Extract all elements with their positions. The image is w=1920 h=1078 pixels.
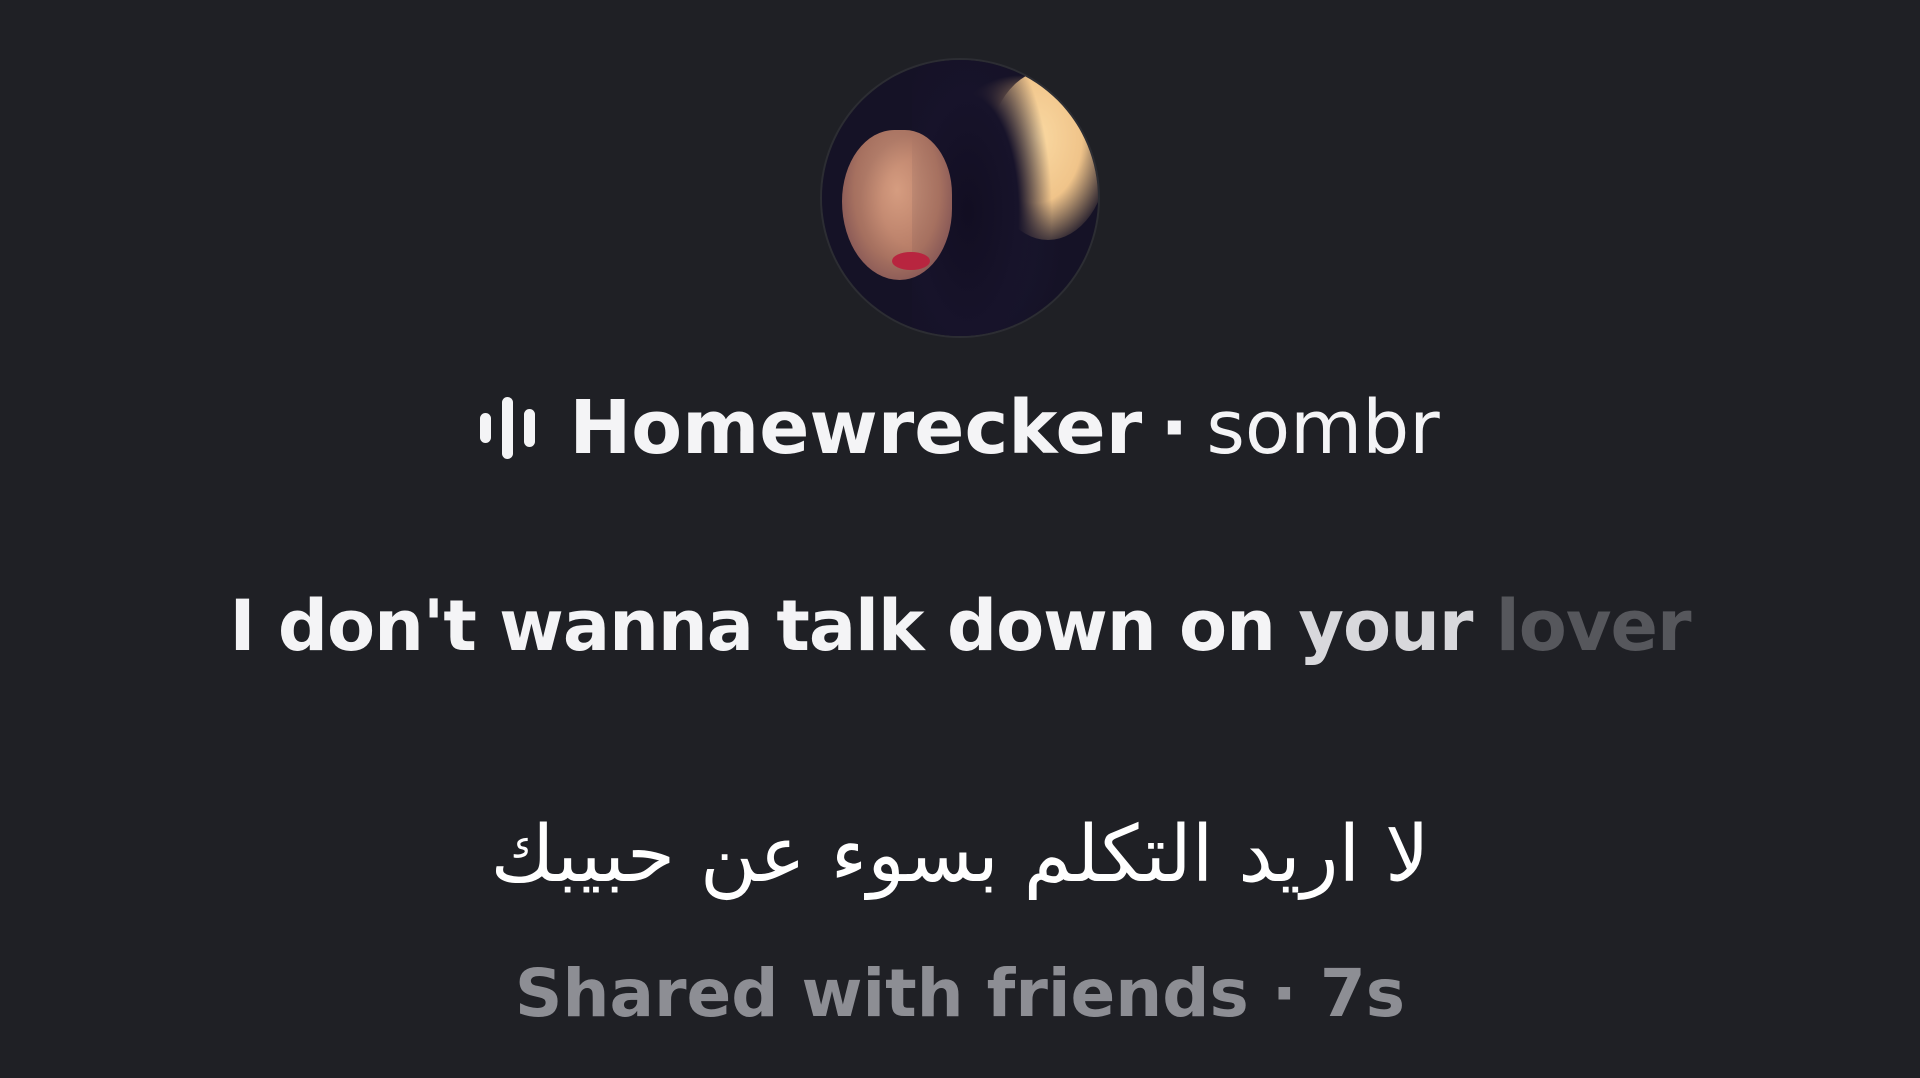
share-status: Shared with friends · 7s xyxy=(0,955,1920,1032)
avatar-photo-lips xyxy=(892,252,930,270)
lyric-line: I don't wanna talk down on your lover xyxy=(0,585,1920,667)
shared-song-card: Homewrecker · sombr I don't wanna talk d… xyxy=(0,0,1920,1078)
song-title: Homewrecker xyxy=(569,385,1143,471)
song-info[interactable]: Homewrecker · sombr xyxy=(0,380,1920,476)
avatar[interactable] xyxy=(822,60,1098,336)
lyric-translation: لا اريد التكلم بسوء عن حبيبك xyxy=(490,810,1430,900)
share-age: 7s xyxy=(1319,955,1406,1032)
lyric-upcoming-word: lover xyxy=(1495,585,1692,667)
share-separator: · xyxy=(1271,955,1297,1032)
share-audience: Shared with friends xyxy=(514,955,1249,1032)
lyric-sung: I don't wanna talk down on xyxy=(229,585,1275,667)
song-artist: sombr xyxy=(1206,385,1440,471)
lyric-current-word: your xyxy=(1298,585,1473,667)
audio-waveform-icon xyxy=(480,393,536,463)
song-separator: · xyxy=(1160,385,1189,471)
